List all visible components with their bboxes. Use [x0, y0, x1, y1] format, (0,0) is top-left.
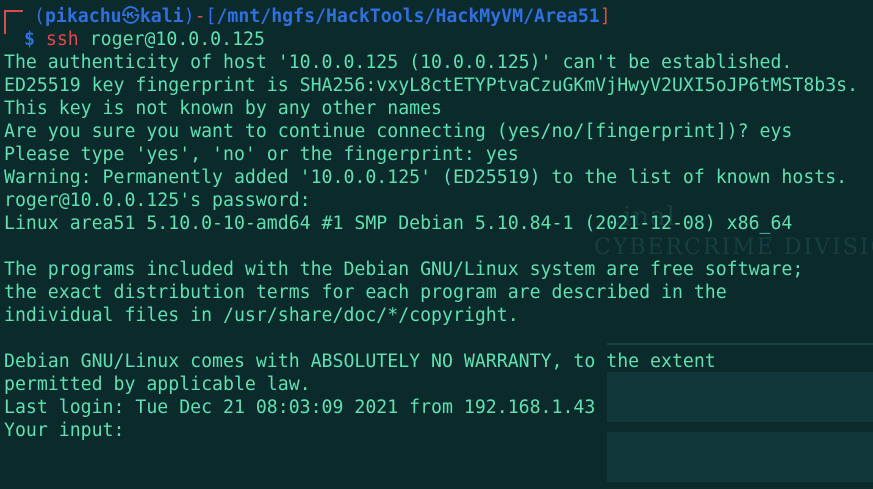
prompt-path: /mnt/hgfs/HackTools/HackMyVM/Area51	[216, 6, 600, 27]
output-line-warranty-1: Debian GNU/Linux comes with ABSOLUTELY N…	[4, 351, 716, 372]
prompt-host: kali	[139, 6, 184, 27]
output-line-uname: Linux area51 5.10.0-10-amd64 #1 SMP Debi…	[4, 213, 793, 234]
prompt-close-bracket: ]	[599, 6, 611, 27]
output-line-motd-1: The programs included with the Debian GN…	[4, 259, 804, 280]
output-line-motd-3: individual files in /usr/share/doc/*/cop…	[4, 305, 519, 326]
prompt-line-2: $ ssh roger@10.0.0.125	[4, 28, 873, 51]
output-line-password-prompt: roger@10.0.0.125's password:	[4, 190, 311, 211]
output-line-blank-1	[4, 235, 873, 258]
output-line-warranty-2: permitted by applicable law.	[4, 374, 311, 395]
output-line-fingerprint: ED25519 key fingerprint is SHA256:vxyL8c…	[4, 75, 859, 96]
output-line-unknown-key: This key is not known by any other names	[4, 98, 442, 119]
output-line-host-auth: The authenticity of host '10.0.0.125 (10…	[4, 52, 793, 73]
prompt-open-bracket: [	[205, 6, 217, 27]
command-args: roger@10.0.0.125	[89, 29, 265, 50]
prompt-open-paren: (	[34, 6, 45, 27]
output-line-last-login: Last login: Tue Dec 21 08:03:09 2021 fro…	[4, 397, 596, 418]
output-line-warning: Warning: Permanently added '10.0.0.125' …	[4, 167, 848, 188]
prompt-at-symbol: ㉿	[121, 6, 140, 27]
output-line-continue-question: Are you sure you want to continue connec…	[4, 121, 793, 142]
output-line-type-yes: Please type 'yes', 'no' or the fingerpri…	[4, 144, 519, 165]
input-prompt-line[interactable]: Your input:	[4, 419, 873, 442]
output-line-motd-2: the exact distribution terms for each pr…	[4, 282, 727, 303]
prompt-line-1: (pikachu㉿kali)-[/mnt/hgfs/HackTools/Hack…	[4, 5, 873, 28]
prompt-dollar: $	[24, 29, 35, 50]
prompt-dash: -	[194, 6, 206, 27]
command-name: ssh	[45, 29, 79, 50]
terminal-window[interactable]: (pikachu㉿kali)-[/mnt/hgfs/HackTools/Hack…	[4, 5, 873, 489]
output-line-blank-2	[4, 327, 873, 350]
prompt-close-paren: )	[183, 6, 195, 27]
prompt-user: pikachu	[44, 6, 122, 27]
